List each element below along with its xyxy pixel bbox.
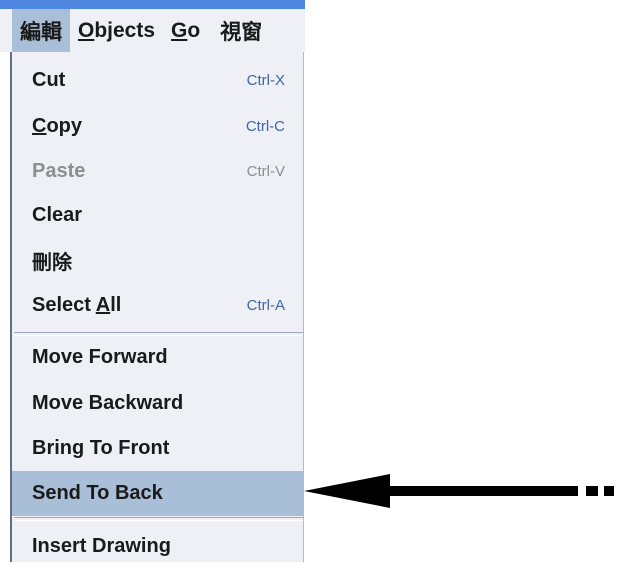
menu-item-clear-label: Clear bbox=[32, 204, 83, 226]
menu-item-move-backward-label: Move Backward bbox=[32, 392, 184, 414]
menu-item-cut-label: Cut bbox=[32, 69, 66, 91]
menu-item-delete-label: 刪除 bbox=[32, 252, 72, 274]
menu-objects[interactable]: Objects bbox=[70, 9, 163, 52]
menu-separator bbox=[14, 517, 303, 521]
menu-item-delete[interactable]: 刪除 bbox=[12, 238, 303, 283]
arrow-dash bbox=[604, 486, 614, 496]
menu-item-move-backward[interactable]: Move Backward bbox=[12, 381, 303, 426]
menu-item-bring-to-front-label: Bring To Front bbox=[32, 437, 170, 459]
menu-item-move-forward-label: Move Forward bbox=[32, 346, 168, 368]
menu-item-select-all[interactable]: Select All Ctrl-A bbox=[12, 283, 303, 328]
menu-bar-strip: 編輯 Objects Go 視窗 bbox=[0, 9, 305, 52]
menu-item-select-all-label: Select All bbox=[32, 294, 247, 317]
menu-item-copy-label: Copy bbox=[32, 115, 246, 138]
menu-item-select-all-suffix: ll bbox=[110, 294, 122, 316]
menu-item-paste-shortcut: Ctrl-V bbox=[246, 163, 285, 180]
menu-edit-label: 編輯 bbox=[20, 20, 62, 44]
menu-item-select-all-shortcut: Ctrl-A bbox=[246, 297, 285, 314]
menu-item-insert-drawing-label: Insert Drawing bbox=[32, 535, 171, 557]
menu-item-cut-shortcut: Ctrl-X bbox=[246, 72, 285, 89]
menu-item-insert-drawing[interactable]: Insert Drawing bbox=[12, 524, 303, 569]
menu-item-bring-to-front[interactable]: Bring To Front bbox=[12, 426, 303, 471]
menu-item-clear[interactable]: Clear bbox=[12, 193, 303, 238]
menu-go-mnemonic: G bbox=[171, 18, 188, 42]
menu-item-copy-shortcut: Ctrl-C bbox=[245, 118, 285, 135]
arrow-shaft bbox=[388, 486, 578, 496]
menu-objects-mnemonic: O bbox=[78, 18, 95, 42]
menu-objects-label: bjects bbox=[94, 18, 156, 42]
edit-dropdown-menu: Cut Ctrl-X Copy Ctrl-C Paste Ctrl-V Clea… bbox=[10, 52, 304, 562]
menu-go[interactable]: Go bbox=[163, 9, 208, 52]
menu-item-cut[interactable]: Cut Ctrl-X bbox=[12, 58, 303, 103]
menu-go-label: o bbox=[187, 18, 201, 42]
menu-item-paste-label: Paste bbox=[32, 160, 86, 182]
menu-item-move-forward[interactable]: Move Forward bbox=[12, 335, 303, 380]
menu-item-send-to-back-label: Send To Back bbox=[32, 482, 163, 504]
arrow-head bbox=[304, 474, 390, 508]
menu-item-select-all-mnemonic: A bbox=[95, 294, 111, 316]
menu-window[interactable]: 視窗 bbox=[208, 9, 268, 52]
left-arrow-icon bbox=[304, 474, 614, 508]
menu-window-label: 視窗 bbox=[220, 20, 263, 44]
menu-item-copy-mnemonic: C bbox=[32, 115, 47, 137]
menu-item-send-to-back[interactable]: Send To Back bbox=[12, 471, 303, 516]
menu-bar: 編輯 Objects Go 視窗 bbox=[0, 0, 305, 52]
arrow-dash bbox=[586, 486, 598, 496]
menu-item-copy[interactable]: Copy Ctrl-C bbox=[12, 104, 303, 149]
menu-item-copy-text: opy bbox=[46, 115, 83, 137]
menu-item-paste: Paste Ctrl-V bbox=[12, 149, 303, 194]
menu-item-select-all-prefix: Select bbox=[32, 294, 96, 316]
menu-edit[interactable]: 編輯 bbox=[12, 9, 70, 52]
